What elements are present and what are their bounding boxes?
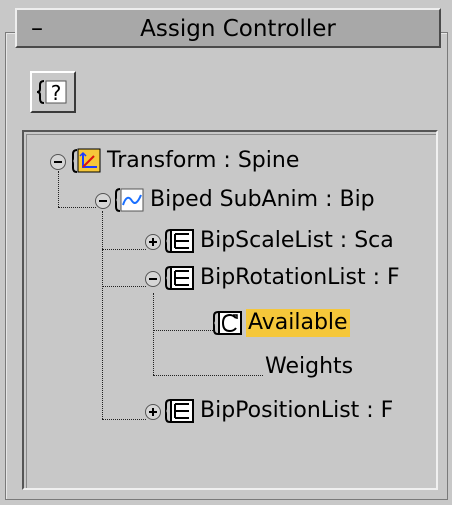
rollout-title-bar[interactable]: – Assign Controller xyxy=(15,8,441,48)
help-button[interactable]: ? xyxy=(30,71,76,113)
tree-node-weights[interactable]: Weights xyxy=(27,351,436,383)
available-controller-icon xyxy=(213,311,242,335)
collapse-toggle-icon[interactable] xyxy=(50,154,66,170)
tree-node-label: Transform : Spine xyxy=(107,148,300,173)
rollout-title: Assign Controller xyxy=(140,16,336,42)
expand-toggle-icon[interactable] xyxy=(145,234,161,250)
tree-node-biped-subanim[interactable]: Biped SubAnim : Bip xyxy=(27,184,436,216)
controller-tree[interactable]: Transform : Spine Biped SubAnim : Bip Bi… xyxy=(22,130,438,490)
list-controller-icon xyxy=(165,266,194,290)
help-glyph: ? xyxy=(51,81,62,105)
assign-controller-rollout: – Assign Controller ? Transform: Spine … xyxy=(0,0,452,505)
tree-node-label: Biped SubAnim : Bip xyxy=(150,187,375,212)
tree-node-label: BipPositionList : F xyxy=(200,398,394,423)
tree-node-bip-position-list[interactable]: BipPositionList : F xyxy=(27,395,436,427)
curve-controller-icon xyxy=(115,188,144,212)
list-controller-icon xyxy=(165,229,194,253)
list-controller-icon xyxy=(165,399,194,423)
tree-node-label: BipScaleList : Sca xyxy=(200,228,394,253)
tree-node-transform[interactable]: Transform : Spine xyxy=(27,145,436,177)
tree-viewport: Transform : Spine Biped SubAnim : Bip Bi… xyxy=(26,134,436,488)
expand-toggle-icon[interactable] xyxy=(145,404,161,420)
tree-node-available[interactable]: Available xyxy=(27,307,436,339)
tree-node-label-selected: Available xyxy=(246,309,350,337)
tree-node-bip-scale-list[interactable]: BipScaleList : Sca xyxy=(27,225,436,257)
transform-controller-icon xyxy=(72,148,101,173)
tree-node-bip-rotation-list[interactable]: BipRotationList : F xyxy=(27,262,436,294)
tree-node-label: Weights xyxy=(265,354,354,379)
collapse-toggle-icon[interactable] xyxy=(95,193,111,209)
collapse-toggle-icon[interactable] xyxy=(145,271,161,287)
help-icon: ? xyxy=(36,80,67,105)
tree-node-label: BipRotationList : F xyxy=(200,265,400,290)
